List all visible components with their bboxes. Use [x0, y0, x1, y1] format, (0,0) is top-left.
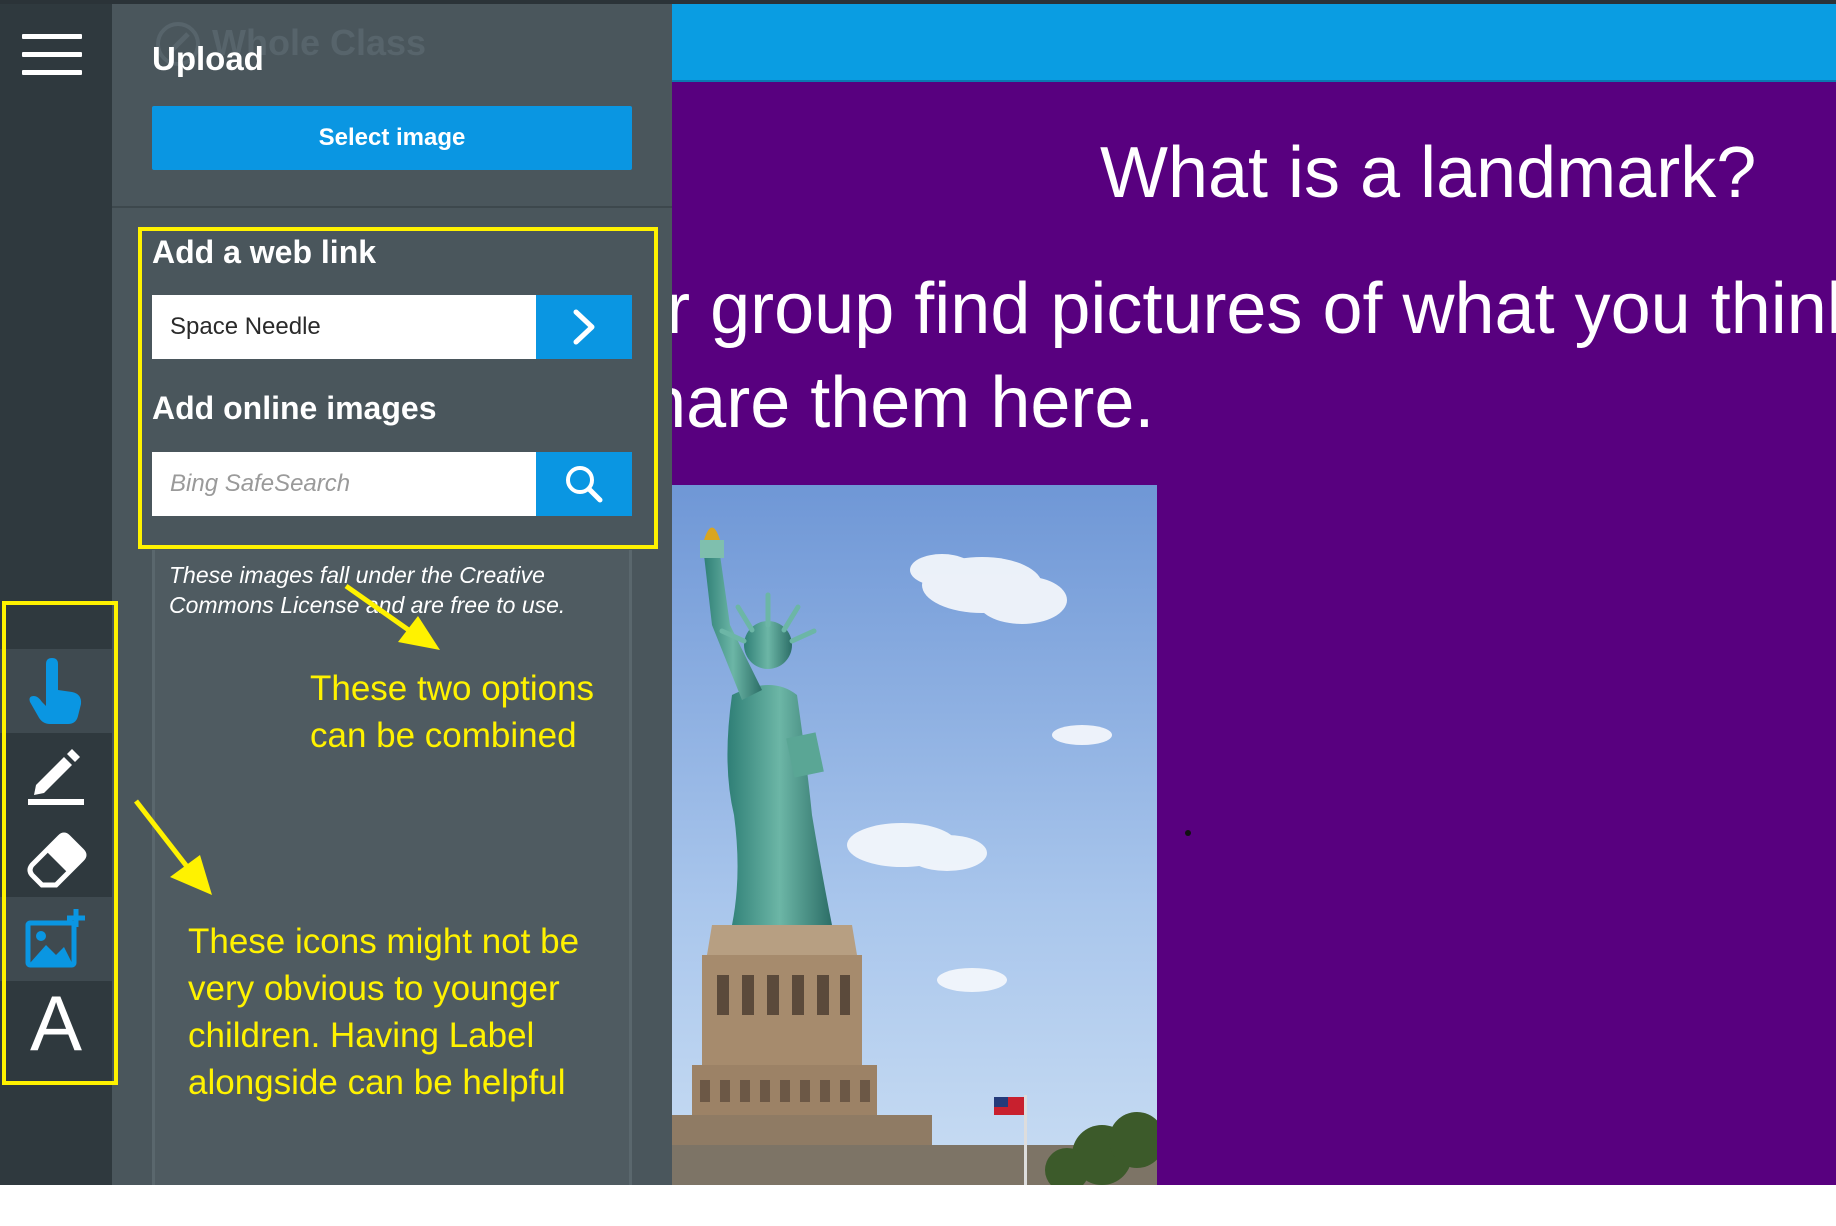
web-link-input[interactable]	[152, 295, 536, 359]
pointer-tool[interactable]	[0, 649, 112, 733]
tool-rail: A	[0, 0, 112, 1185]
web-link-row	[152, 295, 632, 359]
slide-body-line: and share them here.	[470, 363, 1155, 443]
text-tool[interactable]: A	[0, 981, 112, 1065]
panel-divider	[112, 206, 672, 208]
text-icon: A	[29, 979, 83, 1067]
add-image-icon	[25, 909, 85, 968]
menu-bar	[22, 52, 82, 57]
annotation-arrow	[134, 799, 212, 895]
hamburger-menu-button[interactable]	[20, 34, 84, 80]
slide-title[interactable]: What is a landmark?	[1100, 132, 1756, 214]
hand-pointer-icon	[29, 658, 82, 724]
app-window: What is a landmark? In your group find p…	[0, 0, 1836, 1185]
slide-body-text[interactable]: In your group find pictures of what you …	[470, 262, 1836, 450]
pen-tool[interactable]	[0, 733, 112, 817]
canvas-dot	[1185, 830, 1191, 836]
web-link-go-button[interactable]	[536, 295, 632, 359]
menu-bar	[22, 70, 82, 75]
menu-bar	[22, 34, 82, 39]
chevron-right-icon	[573, 309, 595, 345]
image-search-button[interactable]	[536, 452, 632, 516]
icons-note: These icons might not be very obvious to…	[188, 922, 580, 1102]
web-link-title: Add a web link	[152, 234, 377, 270]
statue-of-liberty-photo[interactable]	[672, 485, 1157, 1185]
online-images-title: Add online images	[152, 390, 437, 426]
slide-toolbar	[672, 4, 1836, 82]
online-images-row	[152, 452, 632, 516]
select-image-button[interactable]: Select image	[152, 106, 632, 170]
add-image-tool[interactable]	[0, 897, 112, 981]
image-search-input[interactable]	[152, 452, 536, 516]
eraser-tool[interactable]	[0, 817, 112, 901]
window-top-border	[0, 0, 1836, 4]
slide-body-line: In your group find pictures of what you …	[470, 269, 1836, 349]
upload-title: Upload	[152, 40, 264, 77]
pencil-icon	[28, 749, 84, 805]
search-icon	[566, 466, 603, 503]
combined-options-note: These two options can be combined	[310, 669, 595, 755]
eraser-icon	[27, 832, 87, 888]
annotation-arrow	[344, 583, 440, 650]
